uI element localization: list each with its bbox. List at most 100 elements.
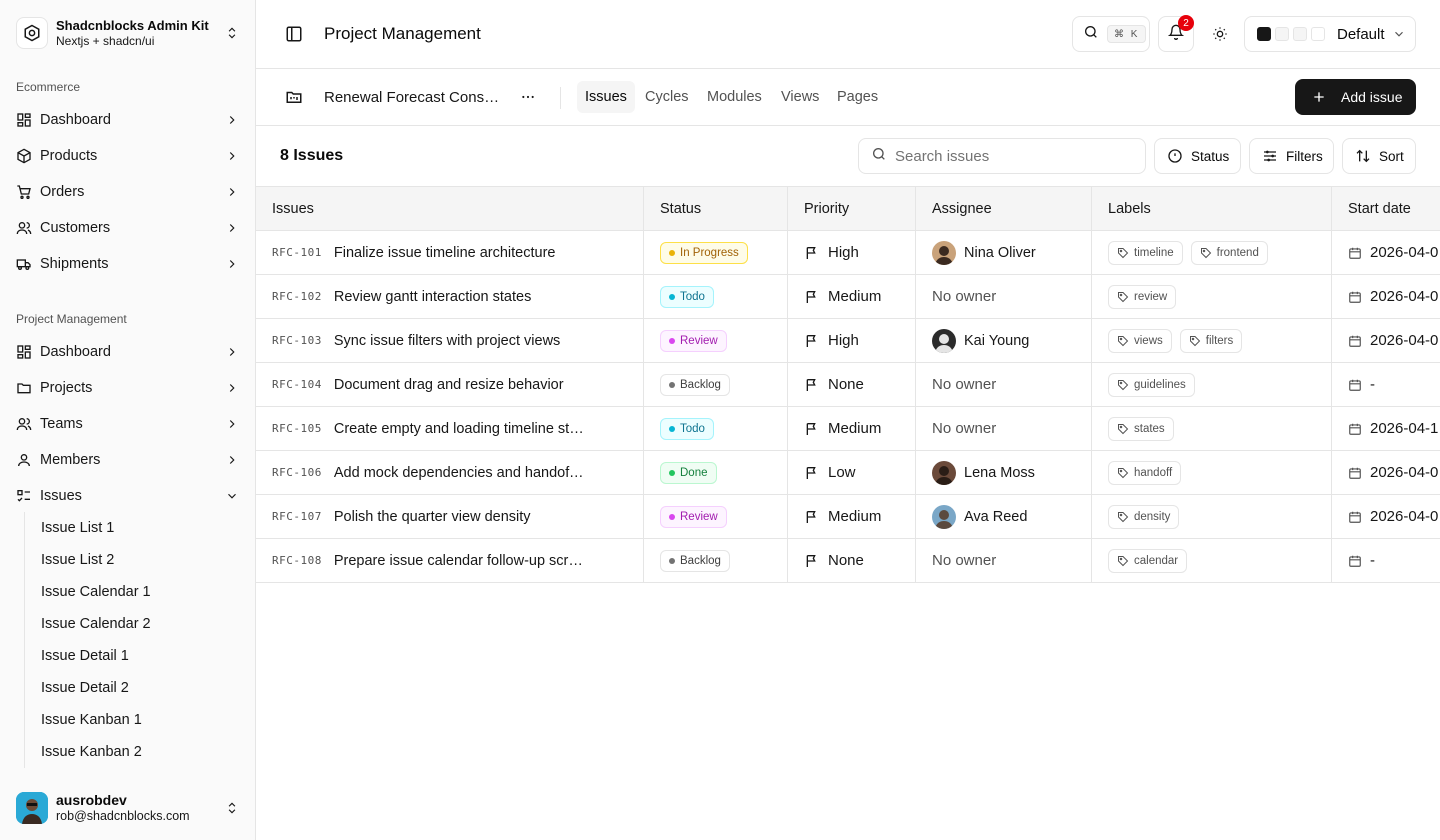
start-date-cell[interactable]: 2026-04-1 <box>1332 407 1440 450</box>
table-row[interactable]: RFC-102 Review gantt interaction states … <box>256 275 1440 319</box>
status-badge[interactable]: In Progress <box>660 241 748 264</box>
priority-cell[interactable]: Medium <box>788 275 916 318</box>
label-chip[interactable]: density <box>1108 504 1180 529</box>
start-date-cell[interactable]: 2026-04-0 <box>1332 451 1440 494</box>
priority-cell[interactable]: None <box>788 539 916 582</box>
issue-cell[interactable]: RFC-106 Add mock dependencies and handof… <box>256 451 644 494</box>
issue-cell[interactable]: RFC-108 Prepare issue calendar follow-up… <box>256 539 644 582</box>
labels-cell[interactable]: guidelines <box>1092 363 1332 406</box>
sidebar-item-customers[interactable]: Customers <box>8 212 248 244</box>
assignee-cell[interactable]: No owner <box>916 275 1092 318</box>
status-cell[interactable]: Review <box>644 319 788 362</box>
status-cell[interactable]: Review <box>644 495 788 538</box>
sort-button[interactable]: Sort <box>1342 138 1416 174</box>
user-menu[interactable]: ausrobdev rob@shadcnblocks.com <box>16 792 248 824</box>
table-row[interactable]: RFC-101 Finalize issue timeline architec… <box>256 231 1440 275</box>
labels-cell[interactable]: review <box>1092 275 1332 318</box>
workspace-switcher[interactable]: Shadcnblocks Admin Kit Nextjs + shadcn/u… <box>16 16 248 50</box>
labels-cell[interactable]: calendar <box>1092 539 1332 582</box>
start-date-cell[interactable]: 2026-04-0 <box>1332 275 1440 318</box>
sidebar-subitem-issue-kanban-2[interactable]: Issue Kanban 2 <box>33 738 233 766</box>
column-header-issues[interactable]: Issues <box>256 187 644 231</box>
tab-modules[interactable]: Modules <box>699 81 770 113</box>
priority-cell[interactable]: Medium <box>788 407 916 450</box>
theme-select[interactable]: Default <box>1244 16 1416 52</box>
assignee-cell[interactable]: Kai Young <box>916 319 1092 362</box>
sidebar-item-orders[interactable]: Orders <box>8 176 248 208</box>
column-header-labels[interactable]: Labels <box>1092 187 1332 231</box>
issue-cell[interactable]: RFC-107 Polish the quarter view density <box>256 495 644 538</box>
status-filter-button[interactable]: Status <box>1154 138 1241 174</box>
sidebar-item-ecommerce-dashboard[interactable]: Dashboard <box>8 104 248 136</box>
label-chip[interactable]: filters <box>1179 328 1243 353</box>
sidebar-subitem-issue-detail-1[interactable]: Issue Detail 1 <box>33 642 233 670</box>
status-badge[interactable]: Todo <box>660 417 714 440</box>
issue-cell[interactable]: RFC-104 Document drag and resize behavio… <box>256 363 644 406</box>
status-cell[interactable]: Done <box>644 451 788 494</box>
project-name[interactable]: Renewal Forecast Consolidation <box>324 89 504 106</box>
labels-cell[interactable]: handoff <box>1092 451 1332 494</box>
sidebar-item-projects[interactable]: Projects <box>8 372 248 404</box>
status-badge[interactable]: Backlog <box>660 549 730 572</box>
sidebar-subitem-issue-kanban-1[interactable]: Issue Kanban 1 <box>33 706 233 734</box>
status-badge[interactable]: Review <box>660 329 727 352</box>
labels-cell[interactable]: states <box>1092 407 1332 450</box>
table-row[interactable]: RFC-107 Polish the quarter view density … <box>256 495 1440 539</box>
status-badge[interactable]: Done <box>660 461 717 484</box>
status-cell[interactable]: Todo <box>644 275 788 318</box>
priority-cell[interactable]: High <box>788 319 916 362</box>
start-date-cell[interactable]: - <box>1332 363 1440 406</box>
sidebar-item-issues[interactable]: Issues <box>8 480 248 512</box>
start-date-cell[interactable]: 2026-04-0 <box>1332 495 1440 538</box>
sidebar-subitem-issue-calendar-1[interactable]: Issue Calendar 1 <box>33 578 233 606</box>
add-issue-button[interactable]: Add issue <box>1295 79 1416 115</box>
label-chip[interactable]: frontend <box>1190 240 1268 265</box>
sidebar-item-members[interactable]: Members <box>8 444 248 476</box>
issue-cell[interactable]: RFC-103 Sync issue filters with project … <box>256 319 644 362</box>
assignee-cell[interactable]: No owner <box>916 539 1092 582</box>
priority-cell[interactable]: Medium <box>788 495 916 538</box>
status-badge[interactable]: Backlog <box>660 373 730 396</box>
start-date-cell[interactable]: - <box>1332 539 1440 582</box>
sidebar-subitem-issue-list-2[interactable]: Issue List 2 <box>33 546 233 574</box>
table-row[interactable]: RFC-104 Document drag and resize behavio… <box>256 363 1440 407</box>
tab-cycles[interactable]: Cycles <box>637 81 697 113</box>
issue-cell[interactable]: RFC-101 Finalize issue timeline architec… <box>256 231 644 274</box>
labels-cell[interactable]: density <box>1092 495 1332 538</box>
status-badge[interactable]: Todo <box>660 285 714 308</box>
table-row[interactable]: RFC-106 Add mock dependencies and handof… <box>256 451 1440 495</box>
assignee-cell[interactable]: Ava Reed <box>916 495 1092 538</box>
issue-cell[interactable]: RFC-102 Review gantt interaction states <box>256 275 644 318</box>
status-cell[interactable]: Backlog <box>644 539 788 582</box>
command-search-button[interactable]: ⌘ K <box>1072 16 1150 52</box>
status-cell[interactable]: Todo <box>644 407 788 450</box>
status-badge[interactable]: Review <box>660 505 727 528</box>
sidebar-subitem-issue-list-1[interactable]: Issue List 1 <box>33 514 233 542</box>
status-cell[interactable]: Backlog <box>644 363 788 406</box>
label-chip[interactable]: timeline <box>1108 240 1183 265</box>
status-cell[interactable]: In Progress <box>644 231 788 274</box>
start-date-cell[interactable]: 2026-04-0 <box>1332 231 1440 274</box>
assignee-cell[interactable]: No owner <box>916 363 1092 406</box>
sidebar-subitem-issue-detail-2[interactable]: Issue Detail 2 <box>33 674 233 702</box>
start-date-cell[interactable]: 2026-04-0 <box>1332 319 1440 362</box>
sidebar-item-shipments[interactable]: Shipments <box>8 248 248 280</box>
table-row[interactable]: RFC-105 Create empty and loading timelin… <box>256 407 1440 451</box>
tab-pages[interactable]: Pages <box>829 81 886 113</box>
sun-icon[interactable] <box>1208 16 1232 52</box>
issue-cell[interactable]: RFC-105 Create empty and loading timelin… <box>256 407 644 450</box>
labels-cell[interactable]: timeline frontend <box>1092 231 1332 274</box>
search-issues-input[interactable] <box>895 147 1135 165</box>
priority-cell[interactable]: Low <box>788 451 916 494</box>
more-horizontal-icon[interactable] <box>518 85 538 109</box>
column-header-assignee[interactable]: Assignee <box>916 187 1092 231</box>
column-header-start-date[interactable]: Start date <box>1332 187 1440 231</box>
table-row[interactable]: RFC-108 Prepare issue calendar follow-up… <box>256 539 1440 583</box>
table-row[interactable]: RFC-103 Sync issue filters with project … <box>256 319 1440 363</box>
label-chip[interactable]: review <box>1108 284 1177 309</box>
assignee-cell[interactable]: Lena Moss <box>916 451 1092 494</box>
column-header-priority[interactable]: Priority <box>788 187 916 231</box>
filters-button[interactable]: Filters <box>1249 138 1334 174</box>
label-chip[interactable]: handoff <box>1108 460 1182 485</box>
sidebar-item-pm-dashboard[interactable]: Dashboard <box>8 336 248 368</box>
